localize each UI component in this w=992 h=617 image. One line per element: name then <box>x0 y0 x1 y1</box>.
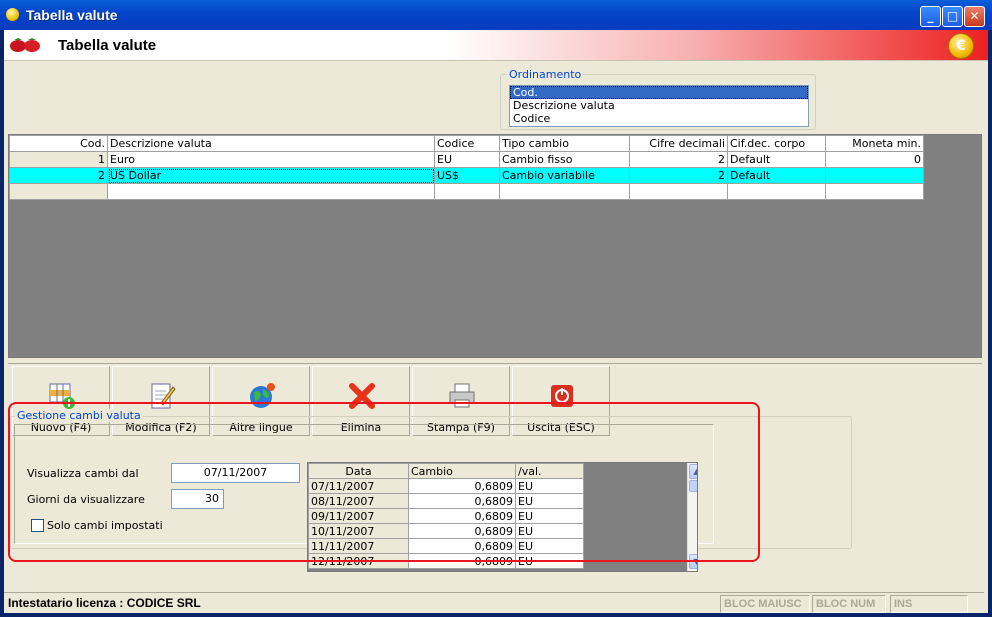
cell-codice[interactable]: US$ <box>434 167 500 184</box>
header-banner: Tabella valute € <box>4 30 988 61</box>
column-header-cod[interactable]: Cod. <box>9 135 108 152</box>
ordinamento-option[interactable]: Codice <box>510 112 808 125</box>
num-lock-indicator: BLOC NUM <box>812 595 886 613</box>
currency-table: Cod. Descrizione valuta Codice Tipo camb… <box>9 135 924 200</box>
app-icon <box>6 8 19 21</box>
cell-empty[interactable] <box>107 183 435 200</box>
euro-coin-icon: € <box>948 33 974 59</box>
cell-empty[interactable] <box>9 183 108 200</box>
cell-cif-dec-corpo[interactable]: Default <box>727 167 826 184</box>
column-header-cif-dec-corpo[interactable]: Cif.dec. corpo <box>727 135 826 152</box>
cell-moneta-min[interactable]: 0 <box>825 151 924 168</box>
ordinamento-group: Ordinamento Cod. Descrizione valuta Codi… <box>500 68 816 130</box>
status-bar: Intestatario licenza : CODICE SRL BLOC M… <box>4 592 984 613</box>
license-holder-text: Intestatario licenza : CODICE SRL <box>8 596 201 610</box>
cell-empty[interactable] <box>629 183 728 200</box>
cell-empty[interactable] <box>499 183 630 200</box>
ordinamento-option[interactable]: Descrizione valuta <box>510 99 808 112</box>
table-row[interactable]: 1 Euro EU Cambio fisso 2 Default 0 <box>9 151 924 168</box>
cell-codice[interactable]: EU <box>434 151 500 168</box>
window-title: Tabella valute <box>26 7 118 23</box>
ordinamento-option[interactable]: Cod. <box>510 86 808 99</box>
cell-cifre-decimali[interactable]: 2 <box>629 167 728 184</box>
title-bar[interactable]: Tabella valute _ □ ✕ <box>0 0 992 30</box>
table-row-empty[interactable] <box>9 183 924 200</box>
column-header-codice[interactable]: Codice <box>434 135 500 152</box>
strawberries-logo-icon <box>10 38 40 52</box>
cell-cod[interactable]: 1 <box>9 151 108 168</box>
cell-empty[interactable] <box>434 183 500 200</box>
cell-descrizione[interactable]: US Dollar <box>107 167 435 184</box>
column-header-tipo-cambio[interactable]: Tipo cambio <box>499 135 630 152</box>
caps-lock-indicator: BLOC MAIUSC <box>720 595 810 613</box>
close-button[interactable]: ✕ <box>964 6 985 27</box>
cell-descrizione[interactable]: Euro <box>107 151 435 168</box>
cell-cod[interactable]: 2 <box>9 167 108 184</box>
table-row-selected[interactable]: 2 US Dollar US$ Cambio variabile 2 Defau… <box>9 167 924 184</box>
cell-tipo-cambio[interactable]: Cambio fisso <box>499 151 630 168</box>
currency-grid[interactable]: Cod. Descrizione valuta Codice Tipo camb… <box>8 134 982 358</box>
cell-tipo-cambio[interactable]: Cambio variabile <box>499 167 630 184</box>
highlight-annotation-box <box>8 402 760 562</box>
column-header-moneta-min[interactable]: Moneta min. <box>825 135 924 152</box>
maximize-button[interactable]: □ <box>942 6 963 27</box>
cell-empty[interactable] <box>825 183 924 200</box>
cell-cif-dec-corpo[interactable]: Default <box>727 151 826 168</box>
ordinamento-listbox[interactable]: Cod. Descrizione valuta Codice <box>509 85 809 127</box>
column-header-descrizione[interactable]: Descrizione valuta <box>107 135 435 152</box>
ordinamento-label: Ordinamento <box>507 68 584 81</box>
table-header-row: Cod. Descrizione valuta Codice Tipo camb… <box>9 135 924 152</box>
cell-cifre-decimali[interactable]: 2 <box>629 151 728 168</box>
insert-indicator: INS <box>890 595 968 613</box>
cell-moneta-min[interactable] <box>825 167 924 184</box>
column-header-cifre-decimali[interactable]: Cifre decimali <box>629 135 728 152</box>
minimize-button[interactable]: _ <box>920 6 941 27</box>
page-title: Tabella valute <box>58 37 157 54</box>
cell-empty[interactable] <box>727 183 826 200</box>
